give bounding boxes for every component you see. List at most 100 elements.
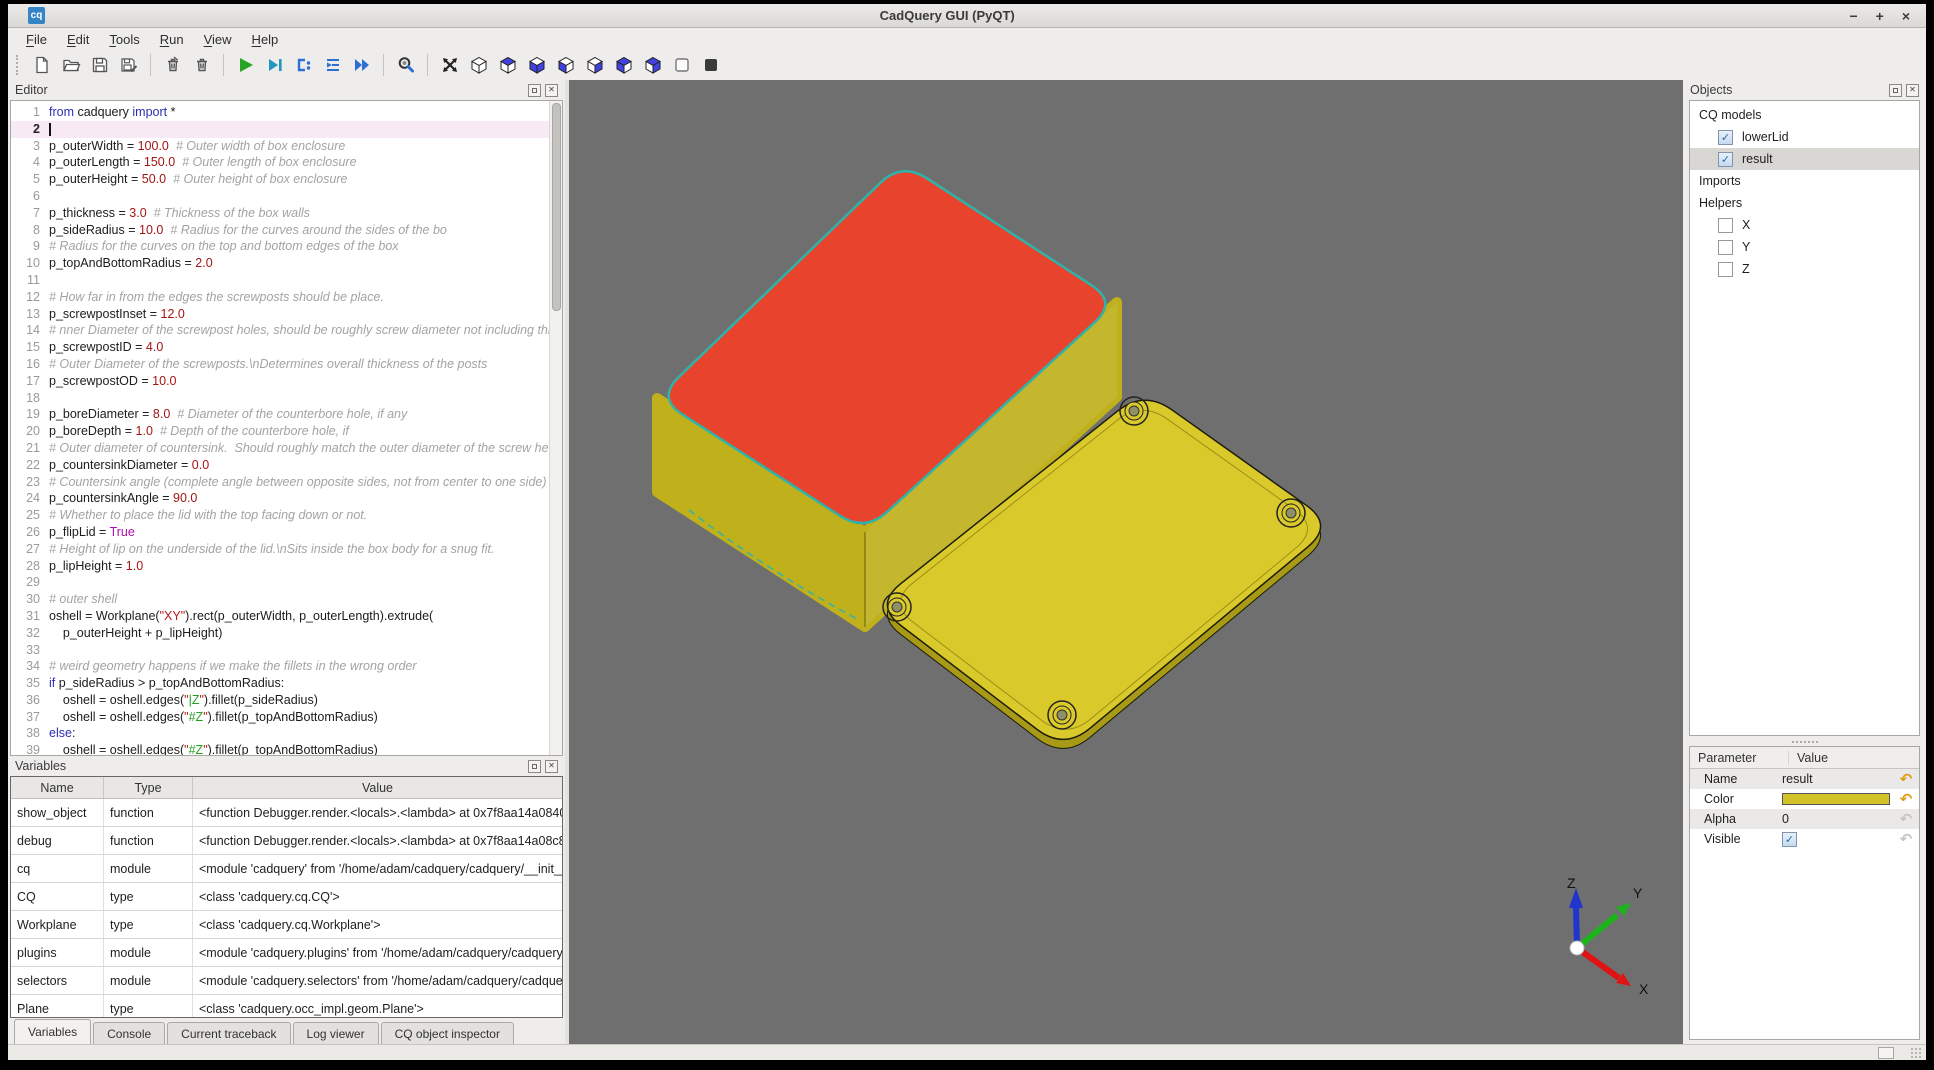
step-into-button[interactable] bbox=[291, 53, 316, 78]
code-line[interactable]: 2 bbox=[11, 121, 549, 138]
viewport-3d[interactable]: Z Y X bbox=[569, 80, 1683, 1044]
menu-item-view[interactable]: View bbox=[194, 30, 242, 49]
wireframe-view-button[interactable] bbox=[669, 53, 694, 78]
close-panel-icon[interactable]: ✕ bbox=[545, 760, 558, 773]
cad-scene[interactable]: Z Y X bbox=[569, 80, 1683, 1044]
param-row-color[interactable]: Color↶ bbox=[1690, 789, 1919, 809]
menu-item-edit[interactable]: Edit bbox=[57, 30, 99, 49]
visibility-checkbox[interactable] bbox=[1718, 218, 1733, 233]
code-area[interactable]: 1from cadquery import *23p_outerWidth = … bbox=[11, 101, 549, 755]
open-file-button[interactable] bbox=[58, 53, 83, 78]
step-over-button[interactable] bbox=[320, 53, 345, 78]
param-row-visible[interactable]: Visible✓↶ bbox=[1690, 829, 1919, 849]
code-line[interactable]: 34# weird geometry happens if we make th… bbox=[11, 658, 549, 675]
scrollbar-thumb[interactable] bbox=[552, 103, 561, 311]
save-button[interactable] bbox=[87, 53, 112, 78]
view-right-button[interactable] bbox=[582, 53, 607, 78]
code-line[interactable]: 7p_thickness = 3.0 # Thickness of the bo… bbox=[11, 205, 549, 222]
code-line[interactable]: 25# Whether to place the lid with the to… bbox=[11, 507, 549, 524]
code-line[interactable]: 32 p_outerHeight + p_lipHeight) bbox=[11, 625, 549, 642]
tab-cq-object-inspector[interactable]: CQ object inspector bbox=[381, 1022, 514, 1044]
tree-item-z[interactable]: Z bbox=[1690, 258, 1919, 280]
continue-run-button[interactable] bbox=[349, 53, 374, 78]
view-top-button[interactable] bbox=[495, 53, 520, 78]
status-button[interactable] bbox=[1878, 1047, 1894, 1059]
toolbar-drag-handle[interactable] bbox=[16, 55, 21, 75]
code-line[interactable]: 11 bbox=[11, 272, 549, 289]
undo-icon[interactable]: ↶ bbox=[1895, 790, 1917, 808]
maximize-button[interactable]: + bbox=[1876, 9, 1884, 23]
param-row-name[interactable]: Nameresult↶ bbox=[1690, 769, 1919, 789]
variable-row[interactable]: Workplanetype<class 'cadquery.cq.Workpla… bbox=[11, 911, 562, 939]
code-line[interactable]: 27# Height of lip on the underside of th… bbox=[11, 541, 549, 558]
view-iso-button[interactable] bbox=[466, 53, 491, 78]
param-splitter[interactable] bbox=[1683, 738, 1926, 746]
code-line[interactable]: 18 bbox=[11, 390, 549, 407]
code-line[interactable]: 17p_screwpostOD = 10.0 bbox=[11, 373, 549, 390]
code-line[interactable]: 4p_outerLength = 150.0 # Outer length of… bbox=[11, 154, 549, 171]
tree-group-helpers[interactable]: Helpers bbox=[1690, 192, 1919, 214]
undo-icon[interactable]: ↶ bbox=[1895, 810, 1917, 828]
variables-column-header[interactable]: Name bbox=[11, 777, 104, 798]
param-column-header[interactable]: Value bbox=[1788, 751, 1919, 765]
visibility-checkbox[interactable] bbox=[1718, 240, 1733, 255]
tree-item-x[interactable]: X bbox=[1690, 214, 1919, 236]
float-panel-icon[interactable] bbox=[528, 84, 541, 97]
code-line[interactable]: 13p_screwpostInset = 12.0 bbox=[11, 306, 549, 323]
code-line[interactable]: 14# nner Diameter of the screwpost holes… bbox=[11, 322, 549, 339]
float-panel-icon[interactable] bbox=[1889, 84, 1902, 97]
visibility-checkbox[interactable]: ✓ bbox=[1718, 130, 1733, 145]
code-line[interactable]: 6 bbox=[11, 188, 549, 205]
view-back-button[interactable] bbox=[640, 53, 665, 78]
menu-item-help[interactable]: Help bbox=[242, 30, 289, 49]
code-line[interactable]: 20p_boreDepth = 1.0 # Depth of the count… bbox=[11, 423, 549, 440]
param-column-header[interactable]: Parameter bbox=[1698, 751, 1788, 765]
new-file-button[interactable] bbox=[29, 53, 54, 78]
code-line[interactable]: 9# Radius for the curves on the top and … bbox=[11, 238, 549, 255]
code-line[interactable]: 37 oshell = oshell.edges("#Z").fillet(p_… bbox=[11, 709, 549, 726]
code-line[interactable]: 22p_countersinkDiameter = 0.0 bbox=[11, 457, 549, 474]
view-left-button[interactable] bbox=[553, 53, 578, 78]
color-swatch[interactable] bbox=[1782, 793, 1890, 805]
menu-item-tools[interactable]: Tools bbox=[99, 30, 149, 49]
code-line[interactable]: 1from cadquery import * bbox=[11, 104, 549, 121]
title-bar[interactable]: cq CadQuery GUI (PyQT) − + × bbox=[8, 4, 1926, 28]
delete-item-button[interactable] bbox=[160, 53, 185, 78]
variables-column-header[interactable]: Type bbox=[104, 777, 193, 798]
zoom-search-button[interactable] bbox=[393, 53, 418, 78]
variable-row[interactable]: show_objectfunction<function Debugger.re… bbox=[11, 799, 562, 827]
variable-row[interactable]: debugfunction<function Debugger.render.<… bbox=[11, 827, 562, 855]
code-line[interactable]: 16# Outer Diameter of the screwposts.\nD… bbox=[11, 356, 549, 373]
visibility-checkbox[interactable]: ✓ bbox=[1718, 152, 1733, 167]
code-line[interactable]: 19p_boreDiameter = 8.0 # Diameter of the… bbox=[11, 406, 549, 423]
visibility-checkbox[interactable] bbox=[1718, 262, 1733, 277]
float-panel-icon[interactable] bbox=[528, 760, 541, 773]
run-script-button[interactable] bbox=[233, 53, 258, 78]
code-line[interactable]: 33 bbox=[11, 642, 549, 659]
code-line[interactable]: 39 oshell = oshell.edges("#Z").fillet(p_… bbox=[11, 742, 549, 755]
menu-item-run[interactable]: Run bbox=[150, 30, 194, 49]
tab-variables[interactable]: Variables bbox=[14, 1019, 91, 1044]
code-line[interactable]: 10p_topAndBottomRadius = 2.0 bbox=[11, 255, 549, 272]
tree-item-lowerlid[interactable]: ✓lowerLid bbox=[1690, 126, 1919, 148]
debug-step-button[interactable] bbox=[262, 53, 287, 78]
code-line[interactable]: 24p_countersinkAngle = 90.0 bbox=[11, 490, 549, 507]
view-bottom-button[interactable] bbox=[524, 53, 549, 78]
code-line[interactable]: 26p_flipLid = True bbox=[11, 524, 549, 541]
code-line[interactable]: 30# outer shell bbox=[11, 591, 549, 608]
menu-item-file[interactable]: File bbox=[16, 30, 57, 49]
visible-checkbox[interactable]: ✓ bbox=[1782, 832, 1797, 847]
editor-scrollbar[interactable] bbox=[549, 101, 562, 755]
undo-icon[interactable]: ↶ bbox=[1895, 830, 1917, 848]
code-line[interactable]: 38else: bbox=[11, 725, 549, 742]
close-panel-icon[interactable]: ✕ bbox=[1906, 84, 1919, 97]
fit-all-button[interactable] bbox=[437, 53, 462, 78]
code-line[interactable]: 35if p_sideRadius > p_topAndBottomRadius… bbox=[11, 675, 549, 692]
code-line[interactable]: 12# How far in from the edges the screwp… bbox=[11, 289, 549, 306]
param-row-alpha[interactable]: Alpha0↶ bbox=[1690, 809, 1919, 829]
tree-group-cq-models[interactable]: CQ models bbox=[1690, 104, 1919, 126]
tree-item-y[interactable]: Y bbox=[1690, 236, 1919, 258]
clear-all-button[interactable] bbox=[189, 53, 214, 78]
undo-icon[interactable]: ↶ bbox=[1895, 770, 1917, 788]
tab-current-traceback[interactable]: Current traceback bbox=[167, 1022, 290, 1044]
